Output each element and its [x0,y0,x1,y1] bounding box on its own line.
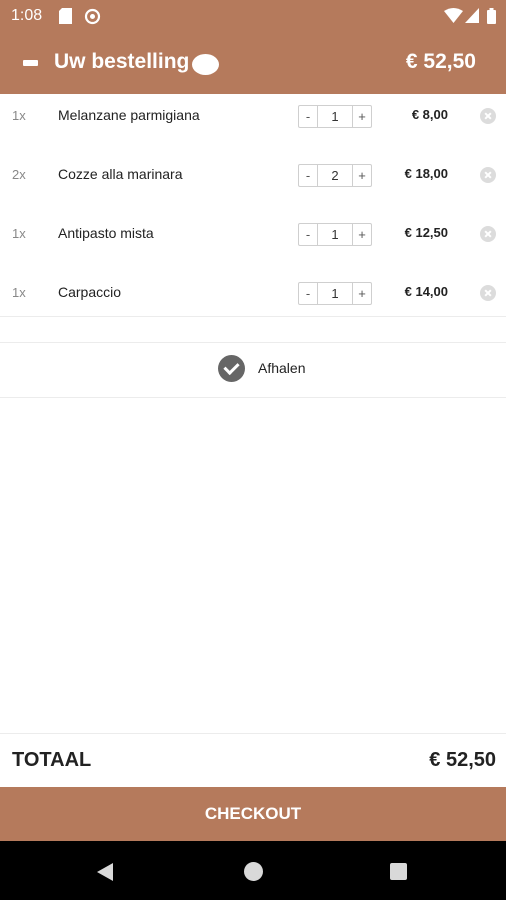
total-label: TOTAAL [12,749,92,771]
quantity-value[interactable]: 2 [317,165,353,186]
total-value: € 52,50 [429,749,496,771]
header-total: € 52,50 [405,50,476,73]
remove-item-icon[interactable] [480,285,496,301]
order-list: 1x Melanzane parmigiana - 1 + € 8,00 2x … [0,94,506,330]
item-qty-text: 2x [12,167,26,182]
item-name: Antipasto mista [58,225,154,241]
item-price: € 18,00 [404,166,448,181]
page-title: Uw bestelling [54,50,190,73]
navigation-bar [0,841,506,900]
total-row: TOTAAL € 52,50 [0,734,506,786]
divider [0,397,506,398]
quantity-stepper: - 1 + [298,223,372,246]
decrease-button[interactable]: - [299,165,317,186]
signal-icon [465,8,479,23]
item-name: Cozze alla marinara [58,166,183,182]
back-icon[interactable] [97,863,113,881]
decrease-button[interactable]: - [299,283,317,304]
increase-button[interactable]: + [353,165,371,186]
item-name: Melanzane parmigiana [58,107,200,123]
item-qty-text: 1x [12,285,26,300]
remove-item-icon[interactable] [480,108,496,124]
item-qty-text: 1x [12,108,26,123]
remove-item-icon[interactable] [480,167,496,183]
item-qty-text: 1x [12,226,26,241]
order-item: 1x Antipasto mista - 1 + € 12,50 [0,212,506,271]
increase-button[interactable]: + [353,106,371,127]
quantity-stepper: - 1 + [298,105,372,128]
sync-icon [84,8,101,25]
collapse-button[interactable] [18,50,46,76]
order-item: 2x Cozze alla marinara - 2 + € 18,00 [0,153,506,212]
sd-card-icon [59,8,72,24]
app-bar: Uw bestelling € 52,50 [0,32,506,94]
battery-icon [487,8,496,24]
quantity-value[interactable]: 1 [317,106,353,127]
quantity-value[interactable]: 1 [317,283,353,304]
item-name: Carpaccio [58,284,122,300]
item-price: € 8,00 [411,107,448,122]
checkout-button[interactable]: CHECKOUT [0,787,506,841]
recent-apps-icon[interactable] [390,863,407,880]
order-item: 1x Melanzane parmigiana - 1 + € 8,00 [0,94,506,153]
divider [0,316,506,317]
decrease-button[interactable]: - [299,224,317,245]
check-circle-icon[interactable] [218,355,245,382]
item-price: € 12,50 [404,225,448,240]
remove-item-icon[interactable] [480,226,496,242]
order-item: 1x Carpaccio - 1 + € 14,00 [0,271,506,330]
increase-button[interactable]: + [353,224,371,245]
status-time: 1:08 [11,7,43,24]
pickup-label: Afhalen [258,360,306,376]
pickup-option[interactable]: Afhalen [0,343,506,397]
increase-button[interactable]: + [353,283,371,304]
item-price: € 14,00 [404,284,448,299]
quantity-stepper: - 2 + [298,164,372,187]
status-bar: 1:08 [0,0,506,32]
home-icon[interactable] [244,862,263,881]
quantity-stepper: - 1 + [298,282,372,305]
wifi-icon [444,8,463,23]
quantity-value[interactable]: 1 [317,224,353,245]
decrease-button[interactable]: - [299,106,317,127]
badge-bubble [192,54,219,75]
